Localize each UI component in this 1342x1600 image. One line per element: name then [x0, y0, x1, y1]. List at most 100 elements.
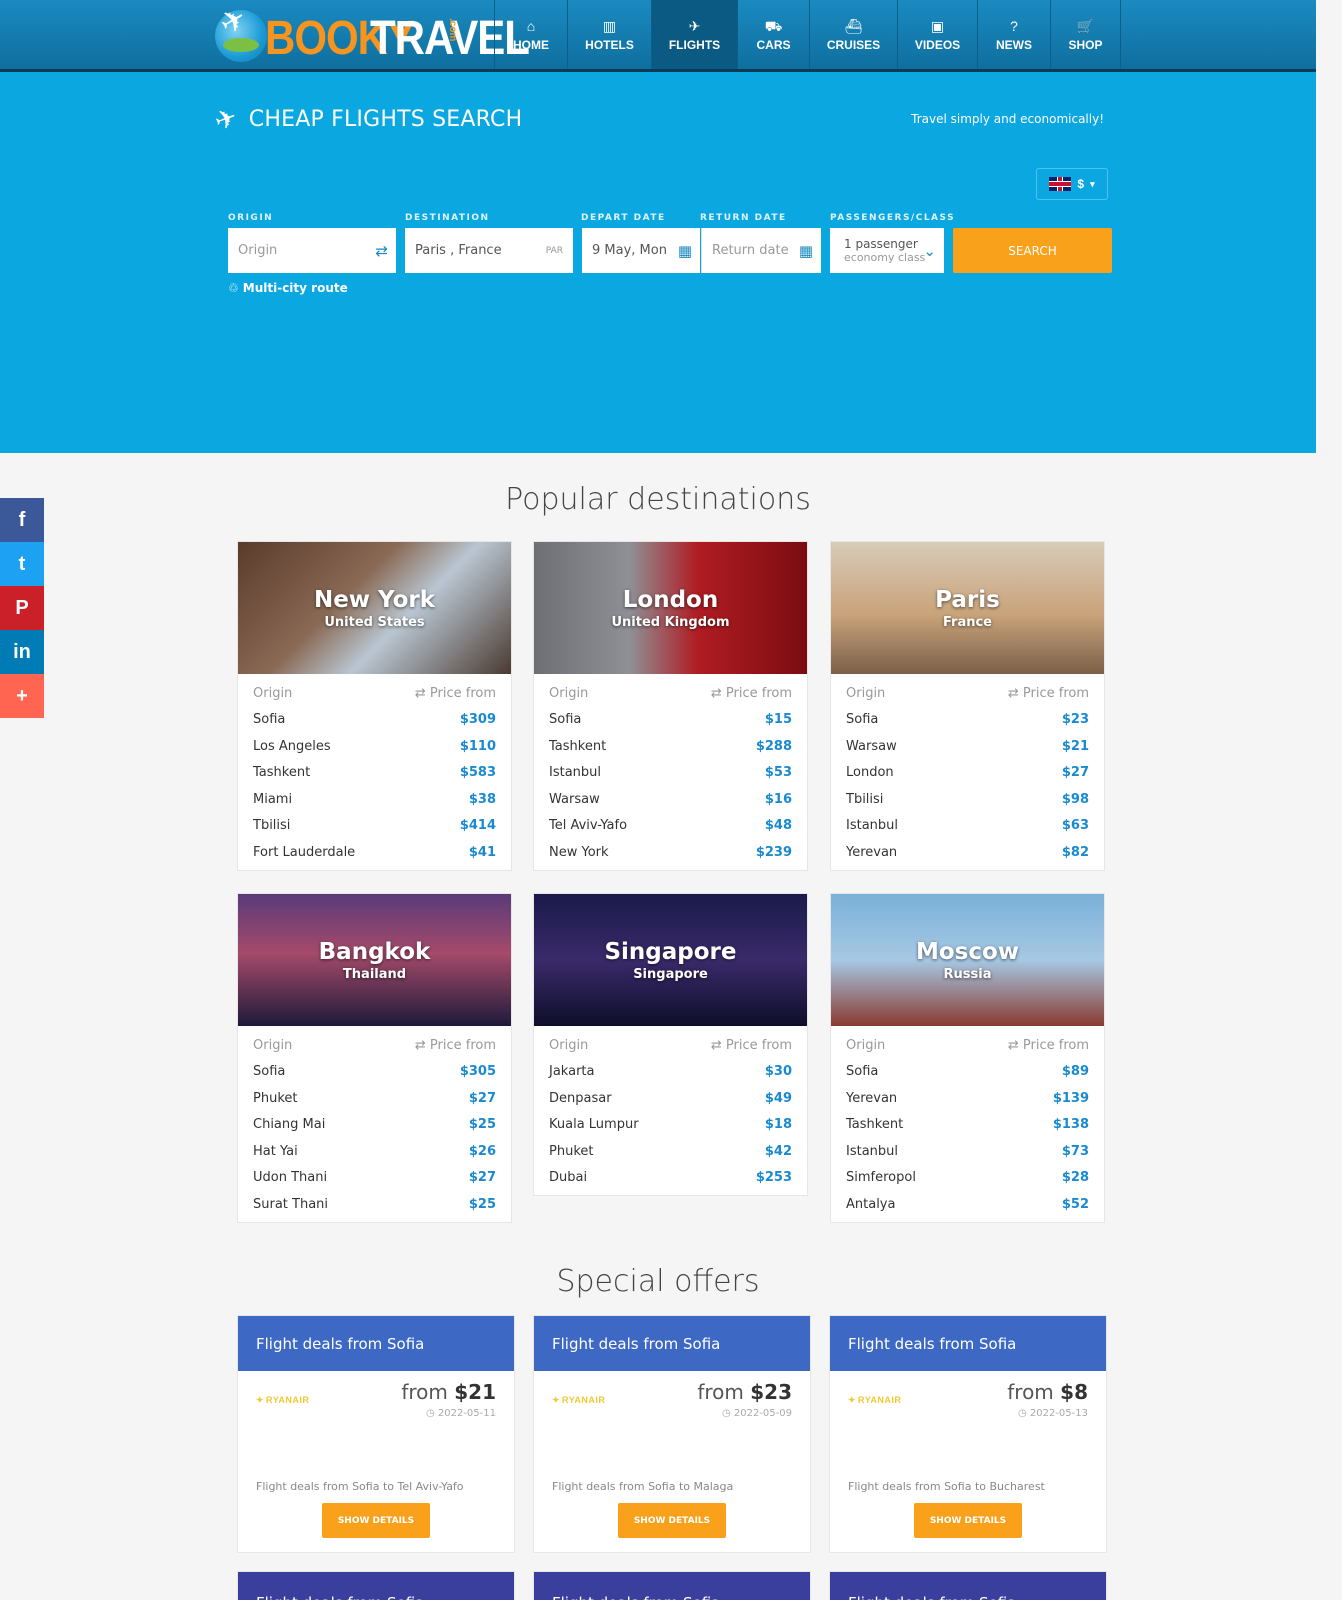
price-value[interactable]: $89: [1062, 1064, 1089, 1079]
twitter-share-button[interactable]: t: [0, 542, 44, 586]
price-row[interactable]: Sofia $305: [253, 1059, 496, 1086]
price-value[interactable]: $23: [1062, 712, 1089, 727]
price-value[interactable]: $82: [1062, 845, 1089, 860]
price-row[interactable]: Sofia $23: [846, 707, 1089, 734]
price-value[interactable]: $25: [469, 1117, 496, 1132]
nav-item-hotels[interactable]: ▥ HOTELS: [567, 0, 651, 69]
price-row[interactable]: Sofia $89: [846, 1059, 1089, 1086]
price-row[interactable]: Kuala Lumpur $18: [549, 1112, 792, 1139]
price-value[interactable]: $27: [469, 1091, 496, 1106]
nav-item-news[interactable]: ? NEWS: [977, 0, 1050, 69]
destination-card[interactable]: New York United States Origin ⇄ Price from S…: [237, 541, 512, 871]
nav-item-shop[interactable]: 🛒 SHOP: [1050, 0, 1121, 69]
multi-city-link[interactable]: ♲ Multi-city route: [228, 281, 348, 295]
price-value[interactable]: $27: [469, 1170, 496, 1185]
price-value[interactable]: $253: [756, 1170, 792, 1185]
destination-image[interactable]: Bangkok Thailand: [238, 894, 511, 1026]
show-details-button[interactable]: SHOW DETAILS: [914, 1503, 1022, 1538]
destination-field[interactable]: Paris , France PAR: [405, 228, 573, 273]
price-value[interactable]: $41: [469, 845, 496, 860]
price-row[interactable]: Tashkent $583: [253, 760, 496, 787]
destination-card[interactable]: Singapore Singapore Origin ⇄ Price from Jaka…: [533, 893, 808, 1196]
price-value[interactable]: $27: [1062, 765, 1089, 780]
price-row[interactable]: New York $239: [549, 839, 792, 866]
price-row[interactable]: Phuket $42: [549, 1138, 792, 1165]
price-value[interactable]: $288: [756, 739, 792, 754]
destination-image[interactable]: London United Kingdom: [534, 542, 807, 674]
show-details-button[interactable]: SHOW DETAILS: [322, 1503, 430, 1538]
nav-item-cruises[interactable]: ⛴ CRUISES: [809, 0, 897, 69]
price-value[interactable]: $73: [1062, 1144, 1089, 1159]
price-value[interactable]: $309: [460, 712, 496, 727]
price-row[interactable]: Warsaw $21: [846, 733, 1089, 760]
price-row[interactable]: Dubai $253: [549, 1165, 792, 1192]
price-value[interactable]: $21: [1062, 739, 1089, 754]
price-row[interactable]: Tel Aviv-Yafo $48: [549, 813, 792, 840]
price-row[interactable]: Denpasar $49: [549, 1085, 792, 1112]
passengers-field[interactable]: 1 passenger economy class ⌄: [830, 228, 944, 273]
price-row[interactable]: Fort Lauderdale $41: [253, 839, 496, 866]
price-value[interactable]: $49: [765, 1091, 792, 1106]
price-row[interactable]: Jakarta $30: [549, 1059, 792, 1086]
destination-image[interactable]: Moscow Russia: [831, 894, 1104, 1026]
destination-image[interactable]: Singapore Singapore: [534, 894, 807, 1026]
currency-selector[interactable]: $ ▾: [1036, 168, 1108, 200]
price-value[interactable]: $48: [765, 818, 792, 833]
price-value[interactable]: $26: [469, 1144, 496, 1159]
price-value[interactable]: $139: [1053, 1091, 1089, 1106]
swap-icon[interactable]: ⇄: [375, 242, 388, 260]
price-row[interactable]: Istanbul $53: [549, 760, 792, 787]
price-value[interactable]: $25: [469, 1197, 496, 1212]
price-row[interactable]: Yerevan $82: [846, 839, 1089, 866]
price-value[interactable]: $52: [1062, 1197, 1089, 1212]
destination-image[interactable]: New York United States: [238, 542, 511, 674]
price-row[interactable]: Tashkent $138: [846, 1112, 1089, 1139]
price-value[interactable]: $305: [460, 1064, 496, 1079]
price-value[interactable]: $110: [460, 739, 496, 754]
destination-card[interactable]: London United Kingdom Origin ⇄ Price from So…: [533, 541, 808, 871]
price-row[interactable]: Hat Yai $26: [253, 1138, 496, 1165]
destination-card[interactable]: Paris France Origin ⇄ Price from Sofia $23 War…: [830, 541, 1105, 871]
price-row[interactable]: Tashkent $288: [549, 733, 792, 760]
price-value[interactable]: $18: [765, 1117, 792, 1132]
price-value[interactable]: $30: [765, 1064, 792, 1079]
price-value[interactable]: $239: [756, 845, 792, 860]
origin-field[interactable]: Origin ⇄: [228, 228, 396, 273]
nav-item-videos[interactable]: ▣ VIDEOS: [897, 0, 977, 69]
price-row[interactable]: Yerevan $139: [846, 1085, 1089, 1112]
price-row[interactable]: Istanbul $73: [846, 1138, 1089, 1165]
price-row[interactable]: Sofia $309: [253, 707, 496, 734]
price-row[interactable]: Udon Thani $27: [253, 1165, 496, 1192]
price-value[interactable]: $16: [765, 792, 792, 807]
destination-card[interactable]: Moscow Russia Origin ⇄ Price from Sofia $89 Ye…: [830, 893, 1105, 1223]
destination-image[interactable]: Paris France: [831, 542, 1104, 674]
price-value[interactable]: $414: [460, 818, 496, 833]
price-row[interactable]: Surat Thani $25: [253, 1191, 496, 1218]
price-value[interactable]: $63: [1062, 818, 1089, 833]
price-row[interactable]: Tbilisi $414: [253, 813, 496, 840]
pinterest-share-button[interactable]: P: [0, 586, 44, 630]
price-row[interactable]: Tbilisi $98: [846, 786, 1089, 813]
price-row[interactable]: Simferopol $28: [846, 1165, 1089, 1192]
nav-item-cars[interactable]: ⛟ CARS: [737, 0, 809, 69]
price-value[interactable]: $53: [765, 765, 792, 780]
price-value[interactable]: $28: [1062, 1170, 1089, 1185]
depart-date-field[interactable]: 9 May, Mon ▦: [582, 228, 700, 273]
nav-item-flights[interactable]: ✈ FLIGHTS: [651, 0, 737, 69]
price-row[interactable]: Warsaw $16: [549, 786, 792, 813]
search-button[interactable]: SEARCH: [953, 228, 1112, 273]
price-row[interactable]: Phuket $27: [253, 1085, 496, 1112]
price-row[interactable]: Miami $38: [253, 786, 496, 813]
site-logo[interactable]: ✈ BOOKY TRAVEL .com: [214, 1, 529, 66]
price-value[interactable]: $15: [765, 712, 792, 727]
price-row[interactable]: London $27: [846, 760, 1089, 787]
price-row[interactable]: Los Angeles $110: [253, 733, 496, 760]
show-details-button[interactable]: SHOW DETAILS: [618, 1503, 726, 1538]
return-date-field[interactable]: Return date ▦: [701, 228, 821, 273]
price-row[interactable]: Chiang Mai $25: [253, 1112, 496, 1139]
price-row[interactable]: Istanbul $63: [846, 813, 1089, 840]
destination-card[interactable]: Bangkok Thailand Origin ⇄ Price from Sofia $3…: [237, 893, 512, 1223]
nav-item-home[interactable]: ⌂ HOME: [494, 0, 567, 69]
price-row[interactable]: Antalya $52: [846, 1191, 1089, 1218]
price-value[interactable]: $38: [469, 792, 496, 807]
